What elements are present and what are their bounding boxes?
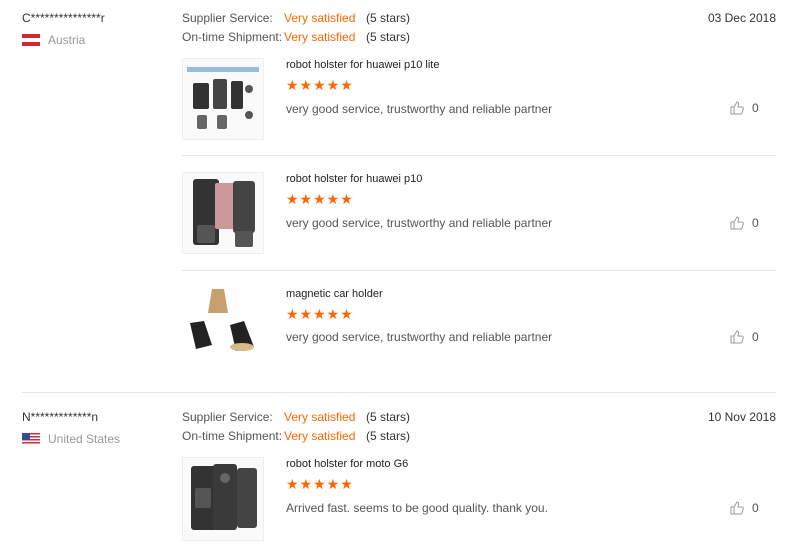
shipment-rating: On-time Shipment: Very satisfied (5 stars) — [182, 30, 410, 44]
supplier-service-stars: (5 stars) — [366, 11, 411, 25]
supplier-service-label: Supplier Service: — [182, 11, 273, 25]
thumbs-up-icon — [730, 216, 744, 230]
shipment-value: Very satisfied — [284, 429, 356, 443]
like-count: 0 — [752, 101, 759, 115]
supplier-service-value: Very satisfied — [284, 11, 356, 25]
feedback-text: Arrived fast. seems to be good quality. … — [286, 501, 548, 515]
supplier-service-value: Very satisfied — [284, 410, 356, 424]
feedback-text: very good service, trustworthy and relia… — [286, 216, 553, 230]
like-button[interactable]: 0 — [730, 501, 759, 515]
like-count: 0 — [752, 216, 759, 230]
product-thumbnail[interactable] — [182, 457, 264, 541]
product-divider — [182, 270, 776, 271]
supplier-service-stars: (5 stars) — [366, 410, 411, 424]
review-date: 03 Dec 2018 — [707, 11, 776, 25]
austria-flag-icon — [22, 34, 40, 46]
product-star-rating: ★★★★★ — [286, 306, 354, 322]
product-thumbnail[interactable] — [182, 58, 264, 140]
buyer-country: Austria — [22, 33, 85, 47]
country-name: Austria — [48, 33, 86, 47]
thumbs-up-icon — [730, 501, 744, 515]
review-divider — [22, 392, 776, 393]
product-name[interactable]: robot holster for moto G6 — [286, 458, 408, 470]
like-button[interactable]: 0 — [730, 101, 759, 115]
shipment-label: On-time Shipment: — [182, 429, 283, 443]
product-name[interactable]: robot holster for huawei p10 — [286, 173, 422, 185]
supplier-service-rating: Supplier Service: Very satisfied (5 stars) — [182, 410, 410, 424]
like-button[interactable]: 0 — [730, 330, 759, 344]
review-date: 10 Nov 2018 — [707, 410, 776, 424]
thumbs-up-icon — [730, 330, 744, 344]
product-star-rating: ★★★★★ — [286, 77, 354, 93]
feedback-text: very good service, trustworthy and relia… — [286, 102, 553, 116]
like-button[interactable]: 0 — [730, 216, 759, 230]
country-name: United States — [48, 432, 121, 446]
buyer-name: C***************r — [22, 11, 105, 25]
buyer-country: United States — [22, 432, 120, 446]
like-count: 0 — [752, 330, 759, 344]
product-divider — [182, 155, 776, 156]
product-thumbnail[interactable] — [182, 287, 262, 365]
shipment-rating: On-time Shipment: Very satisfied (5 stars) — [182, 429, 410, 443]
product-name[interactable]: robot holster for huawei p10 lite — [286, 59, 439, 71]
shipment-stars: (5 stars) — [366, 429, 411, 443]
shipment-stars: (5 stars) — [366, 30, 411, 44]
us-flag-icon — [22, 433, 40, 445]
product-thumbnail[interactable] — [182, 172, 264, 254]
like-count: 0 — [752, 501, 759, 515]
shipment-label: On-time Shipment: — [182, 30, 283, 44]
supplier-service-rating: Supplier Service: Very satisfied (5 stars) — [182, 11, 410, 25]
product-star-rating: ★★★★★ — [286, 476, 354, 492]
feedback-text: very good service, trustworthy and relia… — [286, 330, 553, 344]
shipment-value: Very satisfied — [284, 30, 356, 44]
thumbs-up-icon — [730, 101, 744, 115]
product-star-rating: ★★★★★ — [286, 191, 354, 207]
buyer-name: N*************n — [22, 410, 99, 424]
product-name[interactable]: magnetic car holder — [286, 288, 383, 300]
supplier-service-label: Supplier Service: — [182, 410, 273, 424]
